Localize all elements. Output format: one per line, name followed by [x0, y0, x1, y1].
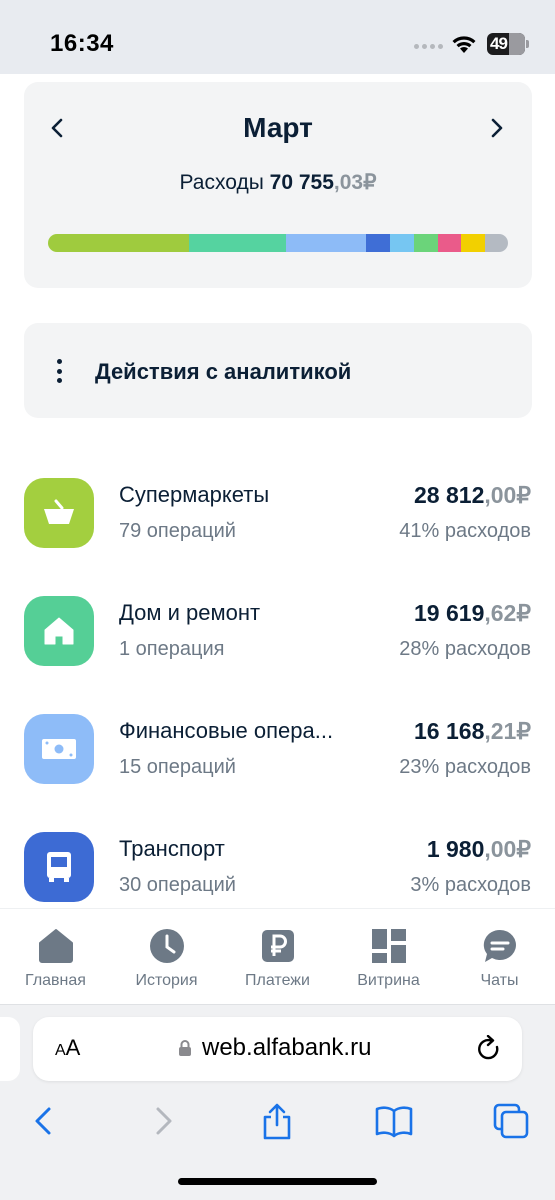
- address-bar[interactable]: AA web.alfabank.ru: [33, 1017, 522, 1081]
- amount-int: 1 980: [426, 836, 485, 862]
- month-expense-total: Расходы 70 755,03₽: [24, 170, 532, 195]
- tab-payments[interactable]: Платежи: [222, 909, 333, 1005]
- category-share: 3% расходов: [410, 874, 531, 896]
- tab-history[interactable]: История: [111, 909, 222, 1005]
- url-text: web.alfabank.ru: [202, 1034, 372, 1061]
- battery-level: 49: [490, 34, 508, 53]
- category-share: 23% расходов: [399, 756, 531, 778]
- aa-big: A: [65, 1035, 81, 1060]
- analytics-actions-button[interactable]: Действия с аналитикой: [24, 323, 532, 418]
- tab-label: Витрина: [357, 972, 420, 989]
- category-name: Транспорт: [119, 836, 225, 861]
- expense-label: Расходы: [179, 171, 264, 194]
- bottom-tab-bar: Главная История Платежи Витрина Чаты: [0, 908, 555, 1004]
- category-row-financial-operations[interactable]: Финансовые опера... 15 операций 16 168,2…: [0, 714, 555, 814]
- forward-icon[interactable]: [143, 1101, 183, 1141]
- basket-icon: [24, 478, 94, 548]
- tab-home[interactable]: Главная: [0, 909, 111, 1005]
- bus-icon: [24, 832, 94, 902]
- kebab-icon: [56, 359, 62, 383]
- spend-bar-segment: [461, 234, 486, 252]
- home-icon: [39, 929, 73, 963]
- month-summary-card: Март Расходы 70 755,03₽: [24, 82, 532, 288]
- spend-bar-segment: [48, 234, 190, 252]
- lock-icon: [179, 1040, 191, 1056]
- chat-icon: [483, 929, 516, 962]
- expense-currency: ₽: [363, 171, 377, 194]
- signal-dots-icon: [414, 44, 443, 49]
- clock-icon: [150, 929, 184, 963]
- tab-showcase[interactable]: Витрина: [333, 909, 444, 1005]
- previous-tab-card[interactable]: [0, 1017, 20, 1081]
- category-amount: 28 812,00₽: [414, 482, 531, 509]
- category-share: 28% расходов: [399, 638, 531, 660]
- share-icon[interactable]: [257, 1101, 297, 1141]
- spend-bar-segment: [437, 234, 462, 252]
- tab-chats[interactable]: Чаты: [444, 909, 555, 1005]
- category-row-supermarkets[interactable]: Супермаркеты 79 операций 28 812,00₽ 41% …: [0, 478, 555, 578]
- spend-bar-segment: [389, 234, 414, 252]
- spend-bar-segment: [365, 234, 390, 252]
- amount-int: 28 812: [414, 482, 485, 508]
- reader-aa-button[interactable]: AA: [55, 1035, 80, 1061]
- home-indicator: [178, 1178, 377, 1185]
- amount-currency: ₽: [516, 482, 531, 508]
- category-name: Супермаркеты: [119, 482, 270, 507]
- analytics-actions-label: Действия с аналитикой: [95, 359, 352, 384]
- aa-small: A: [55, 1042, 66, 1059]
- back-icon[interactable]: [24, 1101, 64, 1141]
- tab-label: Платежи: [245, 972, 310, 989]
- bookmarks-icon[interactable]: [374, 1101, 414, 1141]
- amount-frac: ,21: [484, 718, 517, 744]
- spending-distribution-bar: [48, 234, 508, 252]
- spend-bar-segment: [285, 234, 366, 252]
- browser-toolbar: AA web.alfabank.ru: [0, 1004, 555, 1200]
- reload-icon[interactable]: [476, 1035, 502, 1063]
- spend-bar-segment: [485, 234, 508, 252]
- tabs-icon[interactable]: [491, 1101, 531, 1141]
- category-amount: 19 619,62₽: [414, 600, 531, 627]
- amount-currency: ₽: [516, 836, 531, 862]
- expense-amount-frac: ,03: [333, 171, 364, 194]
- tab-label: Главная: [25, 972, 86, 989]
- category-name: Дом и ремонт: [119, 600, 261, 625]
- category-name: Финансовые опера...: [119, 718, 334, 743]
- battery-icon: 49: [487, 33, 525, 55]
- amount-int: 19 619: [414, 600, 485, 626]
- banknote-icon: [24, 714, 94, 784]
- amount-currency: ₽: [516, 600, 531, 626]
- ruble-icon: [262, 930, 294, 962]
- tab-label: Чаты: [480, 972, 519, 989]
- spend-bar-segment: [189, 234, 286, 252]
- category-count: 30 операций: [119, 874, 236, 896]
- expense-amount-int: 70 755: [269, 171, 334, 194]
- amount-frac: ,62: [484, 600, 517, 626]
- category-count: 79 операций: [119, 520, 236, 542]
- category-amount: 16 168,21₽: [414, 718, 531, 745]
- spend-bar-segment: [413, 234, 438, 252]
- house-icon: [24, 596, 94, 666]
- category-count: 1 операция: [119, 638, 225, 660]
- amount-frac: ,00: [484, 836, 517, 862]
- category-count: 15 операций: [119, 756, 236, 778]
- wifi-icon: [452, 36, 476, 53]
- tab-label: История: [135, 972, 198, 989]
- month-title: Март: [243, 112, 313, 143]
- chevron-right-icon[interactable]: [484, 116, 508, 140]
- category-share: 41% расходов: [399, 520, 531, 542]
- status-bar: 16:34 49: [0, 0, 555, 74]
- category-row-home-repair[interactable]: Дом и ремонт 1 операция 19 619,62₽ 28% р…: [0, 596, 555, 696]
- category-amount: 1 980,00₽: [427, 836, 531, 863]
- amount-currency: ₽: [516, 718, 531, 744]
- amount-frac: ,00: [484, 482, 517, 508]
- status-time: 16:34: [50, 30, 114, 57]
- grid-icon: [372, 929, 406, 963]
- amount-int: 16 168: [414, 718, 485, 744]
- battery-tip: [526, 40, 529, 48]
